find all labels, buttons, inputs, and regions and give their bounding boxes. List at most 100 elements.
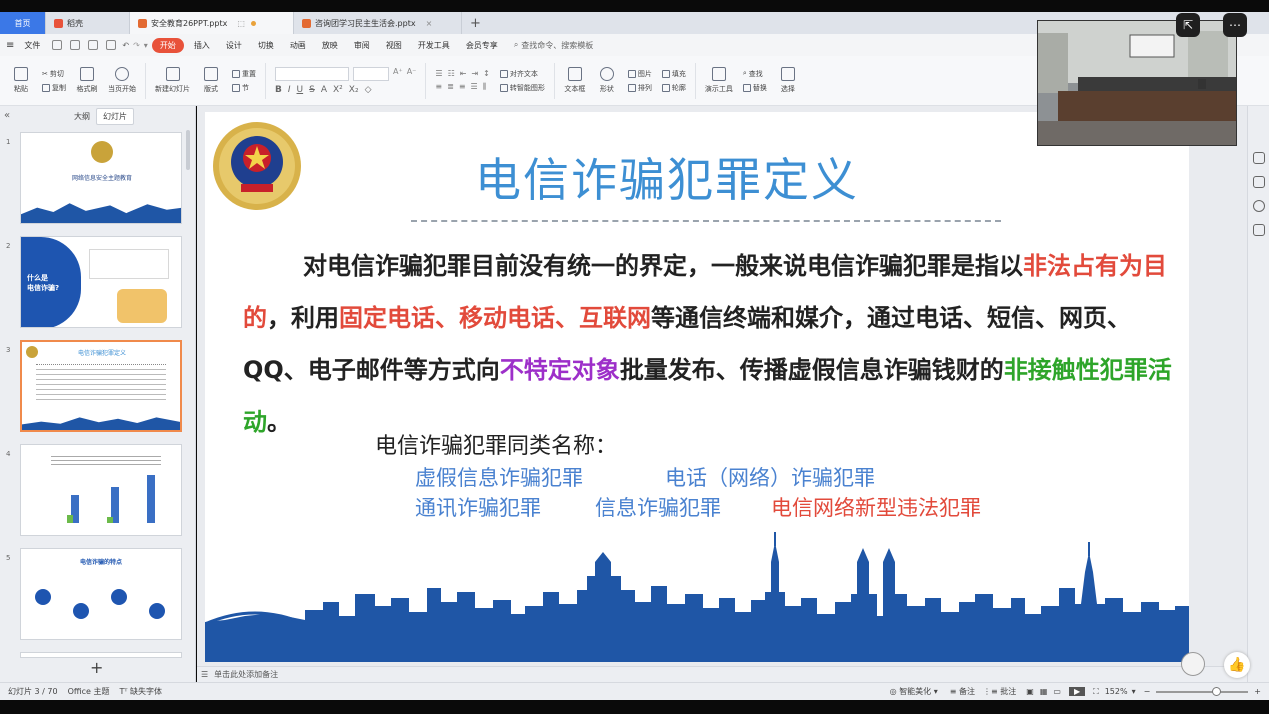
menu-view[interactable]: 视图 (380, 38, 408, 53)
select-button[interactable]: 选择 (773, 67, 803, 94)
textbox-button[interactable]: 文本框 (560, 67, 590, 94)
reset-button[interactable]: 重置 (232, 69, 256, 79)
new-tab-button[interactable]: + (462, 12, 489, 34)
thumbnail-scrollbar[interactable] (186, 130, 190, 170)
shrink-font-icon[interactable]: A⁻ (407, 67, 417, 81)
pin-icon[interactable] (1253, 152, 1265, 164)
zoom-in-icon[interactable]: + (1254, 687, 1261, 696)
comments-button[interactable]: ⋮≡ 批注 (983, 686, 1016, 697)
grow-font-icon[interactable]: A⁺ (393, 67, 403, 81)
align-left-icon[interactable]: ≡ (435, 82, 442, 92)
floating-action-button[interactable] (1181, 652, 1205, 676)
font-color-button[interactable]: A (321, 85, 327, 95)
format-painter-button[interactable]: 格式刷 (72, 67, 102, 94)
menu-review[interactable]: 审阅 (348, 38, 376, 53)
tab-outline[interactable]: 大纲 (68, 109, 96, 124)
preview-icon[interactable] (106, 40, 117, 50)
undo-icon[interactable]: ↶ (122, 41, 129, 50)
line-spacing-icon[interactable]: ↕ (483, 69, 490, 78)
fill-button[interactable]: 填充 (661, 69, 686, 79)
export-icon[interactable] (70, 40, 81, 50)
shape-button[interactable]: 形状 (592, 67, 622, 94)
smart-beautify-button[interactable]: ◎ 智能美化 ▾ (890, 686, 938, 697)
presenter-tools-button[interactable]: 演示工具 (701, 67, 737, 94)
picture-button[interactable]: 图片 (627, 69, 652, 79)
slide-thumbnail-4[interactable] (20, 444, 182, 536)
strikethrough-button[interactable]: S (309, 85, 315, 95)
indent-decrease-icon[interactable]: ⇤ (460, 69, 467, 78)
outline-button[interactable]: 轮廓 (661, 83, 686, 93)
font-family-select[interactable] (275, 66, 349, 81)
italic-button[interactable]: I (288, 85, 291, 95)
zoom-level[interactable]: 152% (1105, 687, 1128, 696)
align-right-icon[interactable]: ≡ (459, 82, 466, 92)
missing-font-button[interactable]: Tᵀ 缺失字体 (120, 686, 163, 697)
slideshow-play-icon[interactable]: ▶ (1068, 687, 1086, 696)
tab-ppt-active[interactable]: 安全教育26PPT.pptx ⬚ (130, 12, 294, 34)
add-slide-button[interactable]: + (90, 658, 103, 677)
chat-icon[interactable] (1253, 176, 1265, 188)
tab-close-icon[interactable]: × (426, 19, 433, 28)
quick-access-dropdown-icon[interactable]: ▾ (144, 41, 148, 50)
convert-smartart-button[interactable]: 转智能图形 (499, 83, 545, 93)
zoom-slider-thumb[interactable] (1212, 686, 1222, 696)
tab-ppt-2[interactable]: 咨询团学习民主生活会.pptx × (294, 12, 462, 34)
notes-pane[interactable]: ☰ 单击此处添加备注 (197, 666, 1247, 682)
menu-developer[interactable]: 开发工具 (412, 38, 456, 53)
slide-thumbnail-3[interactable]: 电信诈骗犯罪定义 (20, 340, 182, 432)
zoom-out-icon[interactable]: − (1144, 687, 1151, 696)
align-text-button[interactable]: 对齐文本 (499, 69, 545, 79)
sorter-view-icon[interactable]: ▦ (1040, 687, 1048, 696)
more-options-icon[interactable]: ⋯ (1223, 13, 1247, 37)
menu-start[interactable]: 开始 (151, 37, 184, 53)
menu-animation[interactable]: 动画 (284, 38, 312, 53)
notes-toggle-button[interactable]: ≡ 备注 (950, 686, 975, 697)
bullets-icon[interactable]: ☰ (435, 69, 442, 78)
underline-button[interactable]: U (297, 85, 304, 95)
tab-pin-icon[interactable]: ⬚ (237, 19, 245, 28)
print-icon[interactable] (88, 40, 99, 50)
paste-button[interactable]: 粘贴 (6, 67, 36, 94)
image-tool-icon[interactable] (1253, 224, 1265, 236)
slide-thumbnail-1[interactable]: 网络信息安全主题教育 (20, 132, 182, 224)
redo-icon[interactable]: ↷ (133, 41, 140, 50)
command-search[interactable]: ⌕ 查找命令、搜索模板 (508, 38, 599, 53)
columns-icon[interactable]: ⫼ (483, 82, 487, 92)
save-icon[interactable] (52, 40, 63, 50)
replace-button[interactable]: 替换 (742, 83, 767, 93)
superscript-icon[interactable]: X² (333, 85, 343, 95)
reading-view-icon[interactable]: ▭ (1053, 687, 1061, 696)
tab-slides[interactable]: 幻灯片 (96, 107, 134, 125)
section-button[interactable]: 节 (232, 83, 256, 93)
indent-increase-icon[interactable]: ⇥ (471, 69, 478, 78)
slide-thumbnail-2[interactable]: 什么是 电信诈骗? (20, 236, 182, 328)
tab-home[interactable]: 首页 (0, 12, 46, 34)
help-icon[interactable] (1253, 200, 1265, 212)
slide-thumbnail-5[interactable]: 电信诈骗的特点 (20, 548, 182, 640)
subscript-icon[interactable]: X₂ (349, 85, 359, 95)
menu-transition[interactable]: 切换 (252, 38, 280, 53)
menu-design[interactable]: 设计 (220, 38, 248, 53)
layout-button[interactable]: 版式 (196, 67, 226, 94)
zoom-slider[interactable] (1156, 686, 1249, 696)
thumbs-up-icon[interactable]: 👍 (1224, 652, 1250, 678)
play-current-button[interactable]: 当页开始 (104, 67, 140, 94)
font-size-select[interactable] (353, 66, 389, 81)
justify-icon[interactable]: ☰ (471, 82, 478, 92)
menu-member[interactable]: 会员专享 (460, 38, 504, 53)
menu-slideshow[interactable]: 放映 (316, 38, 344, 53)
zoom-dropdown-icon[interactable]: ▾ (1132, 687, 1136, 696)
align-center-icon[interactable]: ≣ (447, 82, 454, 92)
bold-button[interactable]: B (275, 85, 282, 95)
cut-button[interactable]: ✂ 剪切 (42, 69, 66, 79)
tab-docer[interactable]: 稻壳 (46, 12, 130, 34)
fit-window-icon[interactable]: ⛶ (1093, 687, 1099, 697)
menu-insert[interactable]: 插入 (188, 38, 216, 53)
video-conference-window[interactable] (1037, 20, 1237, 146)
slide[interactable]: 电信诈骗犯罪定义 对电信诈骗犯罪目前没有统一的界定，一般来说电信诈骗犯罪是指以非… (205, 112, 1189, 662)
menu-file[interactable]: 文件 (18, 38, 46, 53)
popout-icon[interactable]: ⇱ (1176, 13, 1200, 37)
clear-format-icon[interactable]: ◇ (365, 85, 372, 95)
arrange-button[interactable]: 排列 (627, 83, 652, 93)
normal-view-icon[interactable]: ▣ (1026, 687, 1034, 696)
